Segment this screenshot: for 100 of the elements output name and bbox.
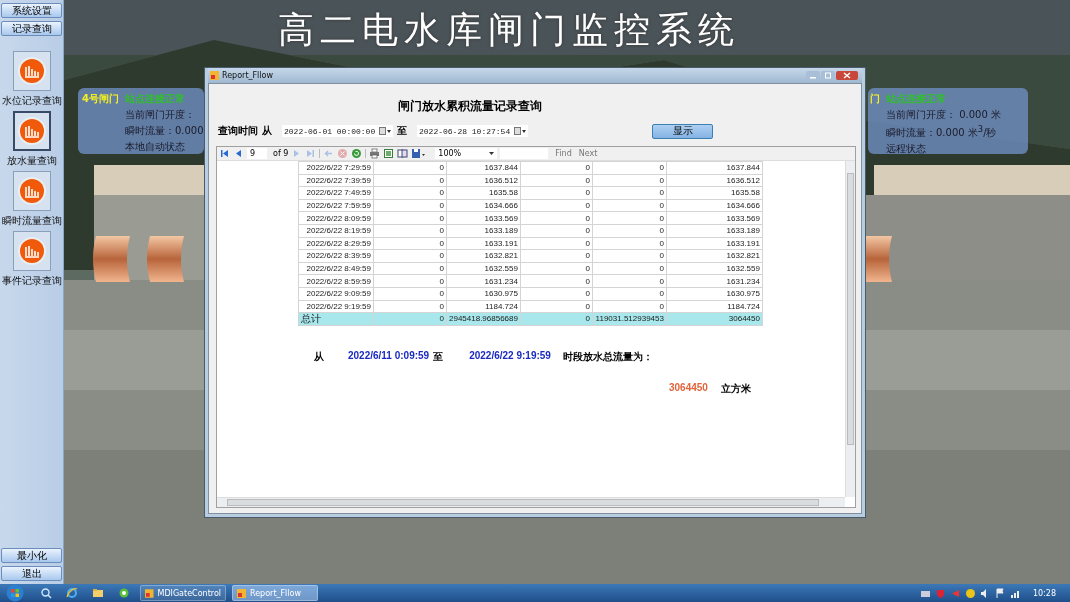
app-title: 高二电水库闸门监控系统 [278, 8, 740, 52]
flag-icon[interactable] [994, 587, 1006, 599]
table-cell: 2022/6/22 7:39:59 [298, 174, 374, 187]
to-label: 至 [433, 349, 444, 364]
zoom-dropdown[interactable]: 100% [435, 148, 498, 159]
menu-button[interactable]: 记录查询 [1, 21, 62, 36]
table-cell: 1632.821 [666, 249, 763, 263]
report-query-button[interactable]: 瞬时流量查询 [0, 171, 63, 228]
total-flow-value: 3064450 [669, 381, 708, 395]
table-cell: 0 [373, 174, 447, 187]
table-cell: 2022/6/22 8:19:59 [298, 224, 374, 238]
vertical-scrollbar[interactable] [845, 161, 855, 497]
search-field[interactable] [500, 148, 549, 159]
chart-icon [16, 116, 47, 146]
table-cell: 0 [520, 224, 593, 238]
table-cell: 1634.666 [446, 199, 521, 212]
browser-icon[interactable] [66, 587, 78, 599]
end-time: 2022/6/22 9:19:59 [469, 349, 551, 363]
search-icon[interactable] [40, 587, 52, 599]
table-cell: 1630.975 [446, 287, 521, 301]
gate-reading: 本地自动状态 [124, 140, 186, 154]
unit-label: 立方米 [720, 381, 751, 396]
table-cell: 1635.58 [446, 186, 521, 200]
gate-reading: 当前闸门开度： 0.000 米 [886, 108, 1001, 122]
report-query-button[interactable]: 水位记录查询 [0, 51, 63, 108]
gate-reading: 瞬时流量：0.000 米$^{3}$/秒 [886, 124, 998, 141]
table-cell: 0 [373, 161, 447, 175]
table-cell: 0 [373, 274, 447, 288]
page-count: of 9 [273, 149, 289, 158]
menu-button[interactable]: 系统设置 [1, 3, 62, 18]
table-cell: 1632.821 [446, 249, 521, 263]
refresh-icon[interactable] [351, 148, 363, 159]
table-cell: 2022/6/22 8:29:59 [298, 237, 374, 250]
first-page-icon[interactable] [219, 148, 230, 159]
to-label: 至 [397, 124, 407, 138]
next-link[interactable]: Next [578, 149, 598, 158]
start-icon[interactable] [6, 584, 24, 602]
chart-icon [16, 176, 47, 206]
table-cell: 0 [520, 287, 593, 301]
table-cell: 0 [592, 300, 667, 313]
chart-icon [16, 56, 47, 86]
table-cell: 1633.569 [666, 211, 763, 225]
window-title: Report_Fllow [222, 71, 273, 80]
date-time-field[interactable]: 2022-06-01 00:00:00 [282, 125, 393, 137]
gate-reading: 远程状态 [886, 142, 927, 157]
from-label: 从 [262, 124, 272, 138]
page-layout-icon[interactable] [383, 148, 395, 159]
table-cell: 2022/6/22 9:09:59 [298, 287, 374, 301]
table-cell: 1634.666 [666, 199, 763, 212]
page-number-field[interactable]: 9 [247, 148, 267, 159]
page-setup-icon[interactable] [397, 148, 409, 159]
table-cell: 0 [520, 249, 593, 263]
table-cell: 2022/6/22 8:09:59 [298, 211, 374, 225]
table-cell: 1184.724 [446, 300, 521, 313]
table-cell: 0 [373, 237, 447, 250]
table-cell: 1637.844 [666, 161, 763, 175]
table-cell: 0 [373, 186, 447, 200]
save-icon[interactable] [411, 148, 427, 159]
taskbar-button[interactable]: MDIGateControl [140, 585, 226, 601]
table-cell: 0 [592, 237, 667, 250]
report-query-button[interactable]: 放水量查询 [0, 111, 63, 168]
window-icon [237, 588, 246, 598]
gate-name: 门 [870, 92, 880, 106]
table-cell: 0 [592, 262, 667, 275]
previous-page-icon[interactable] [233, 148, 244, 159]
table-cell: 0 [520, 274, 593, 288]
table-cell: 0 [592, 174, 667, 187]
table-cell: 1633.191 [666, 237, 763, 250]
report-query-button[interactable]: 事件记录查询 [0, 231, 63, 288]
table-cell: 1637.844 [446, 161, 521, 175]
table-cell: 1633.189 [666, 224, 763, 238]
show-button[interactable]: 显示 [652, 123, 713, 139]
horizontal-scrollbar[interactable] [217, 497, 845, 507]
date-time-field[interactable]: 2022-06-28 10:27:54 [417, 125, 528, 137]
table-cell: 1633.191 [446, 237, 521, 250]
table-cell: 2022/6/22 9:19:59 [298, 300, 374, 313]
table-cell: 0 [520, 186, 593, 200]
window-button[interactable]: 最小化 [1, 548, 62, 563]
find-link[interactable]: Find [555, 149, 572, 158]
table-cell: 1635.58 [666, 186, 763, 200]
table-cell: 1633.569 [446, 211, 521, 225]
query-label: 查询时间 [218, 124, 258, 138]
table-cell: 0 [520, 300, 593, 313]
table-cell: 0 [373, 211, 447, 225]
folder-icon[interactable] [92, 587, 104, 599]
window-button[interactable]: 退出 [1, 566, 62, 581]
clock[interactable]: 10:28 [1032, 588, 1056, 598]
table-cell: 0 [520, 174, 593, 187]
table-cell: 0 [373, 262, 447, 275]
close-icon[interactable] [836, 71, 858, 80]
circle-app-icon[interactable] [118, 587, 130, 599]
table-cell: 1636.512 [666, 174, 763, 187]
table-cell: 0 [373, 300, 447, 313]
table-cell: 0 [592, 274, 667, 288]
gate-name: 4号闸门 [82, 92, 119, 106]
table-cell: 0 [520, 237, 593, 250]
printer-icon[interactable] [369, 148, 381, 159]
table-cell: 2022/6/22 7:29:59 [298, 161, 374, 175]
table-cell: 0 [592, 249, 667, 263]
table-cell: 1631.234 [446, 274, 521, 288]
